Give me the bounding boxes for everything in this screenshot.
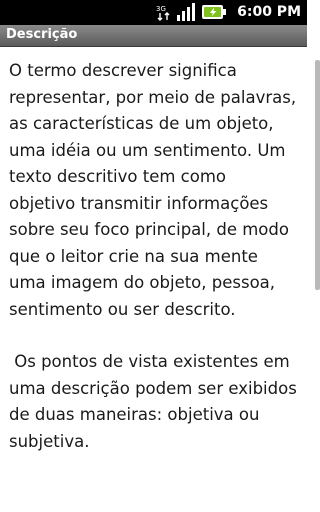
status-bar: 3G 6:00 PM	[0, 0, 307, 25]
description-text-area[interactable]: O termo descrever significa representar,…	[9, 58, 297, 512]
status-icons: 3G 6:00 PM	[155, 3, 301, 21]
network-type-label: 3G	[156, 5, 166, 13]
paragraph-2: Os pontos de vista existentes em uma des…	[9, 352, 297, 451]
scrollbar[interactable]	[315, 60, 320, 290]
signal-strength-icon	[177, 3, 197, 21]
title-bar: Descrição	[0, 25, 307, 47]
network-3g-icon: 3G	[155, 3, 174, 21]
paragraph-1: O termo descrever significa representar,…	[9, 61, 297, 319]
status-clock: 6:00 PM	[237, 4, 301, 20]
battery-charging-icon	[201, 4, 227, 20]
page-title: Descrição	[6, 27, 78, 42]
